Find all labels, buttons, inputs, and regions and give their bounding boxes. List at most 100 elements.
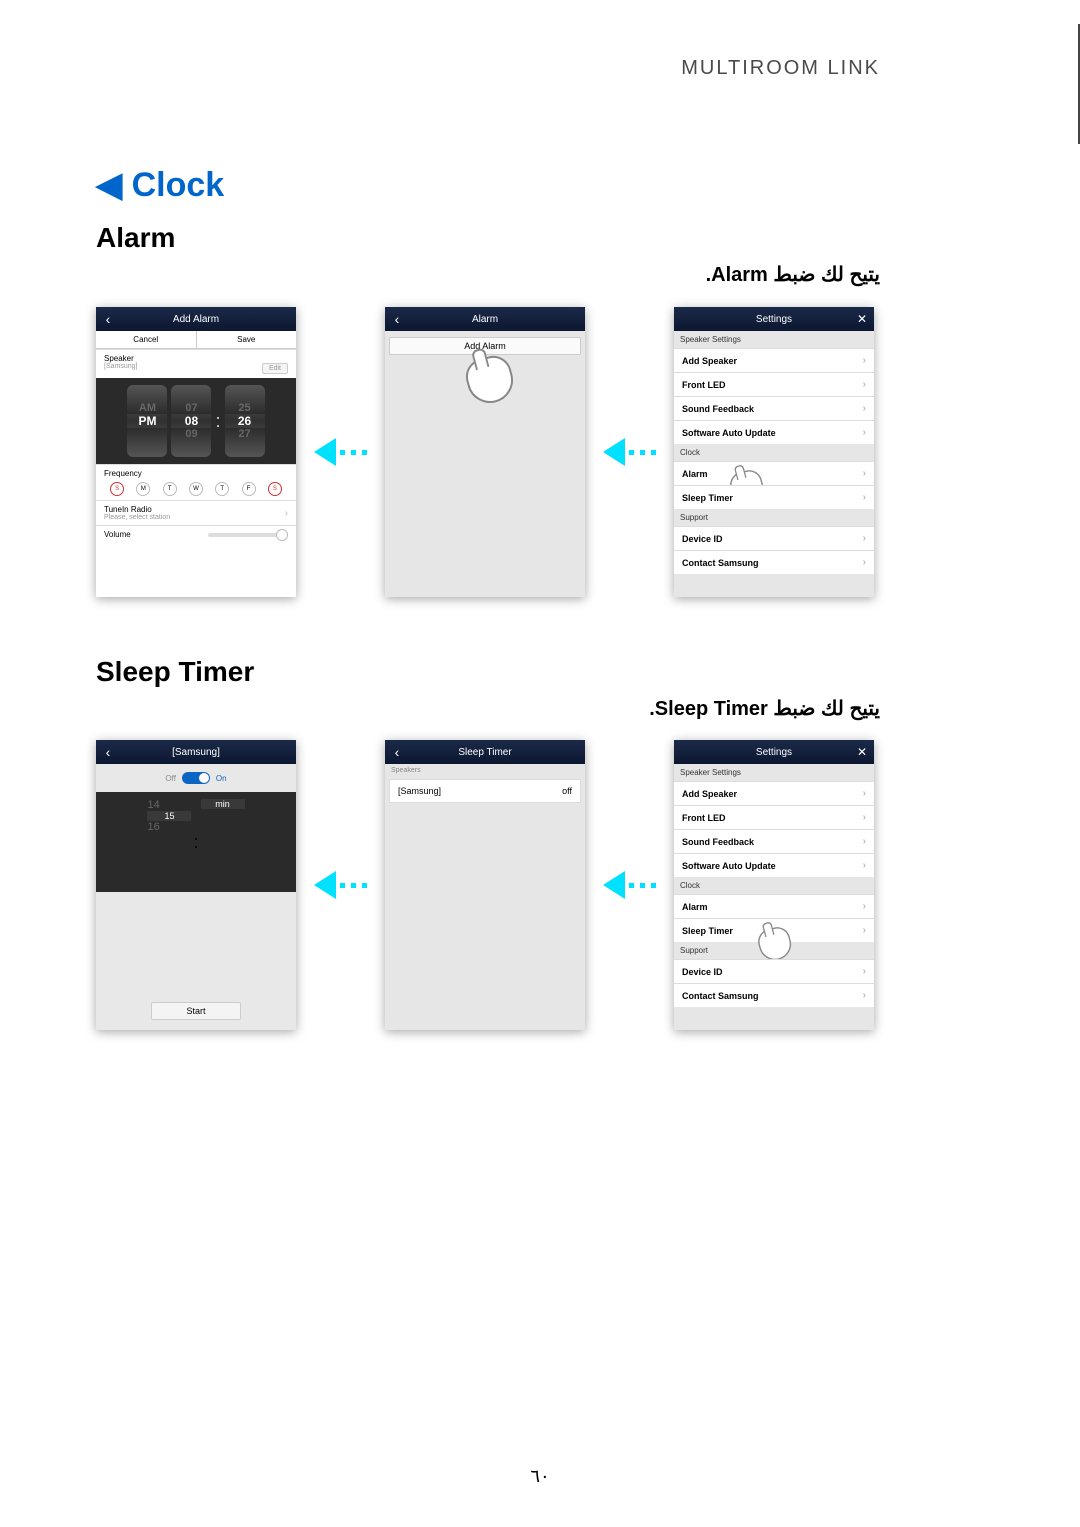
day-t[interactable]: T bbox=[163, 482, 177, 496]
chevron-right-icon: › bbox=[863, 468, 866, 479]
chevron-right-icon: › bbox=[863, 925, 866, 936]
alarm-row[interactable]: Alarm› bbox=[674, 894, 874, 918]
sleep-timer-label: Sleep Timer bbox=[682, 926, 733, 936]
sleep-unit-wheel[interactable]: min bbox=[201, 799, 245, 885]
sleep-set-title: [Samsung] bbox=[120, 747, 272, 758]
minute-wheel[interactable]: 25 26 27 bbox=[225, 385, 265, 457]
day-f[interactable]: F bbox=[242, 482, 256, 496]
sound-feedback-label: Sound Feedback bbox=[682, 404, 754, 414]
sound-feedback-row[interactable]: Sound Feedback› bbox=[674, 829, 874, 853]
day-selector[interactable]: S M T W T F S bbox=[104, 482, 288, 496]
contact-samsung-row[interactable]: Contact Samsung › bbox=[674, 550, 874, 574]
section-clock: Clock bbox=[674, 877, 874, 894]
alarm-flow-row: ‹ Add Alarm Cancel Save Speaker [Samsung… bbox=[96, 307, 874, 597]
chevron-right-icon: › bbox=[863, 812, 866, 823]
speaker-item-name: [Samsung] bbox=[398, 786, 441, 796]
settings-header: Settings ✕ bbox=[674, 740, 874, 764]
volume-label: Volume bbox=[104, 530, 131, 539]
start-button[interactable]: Start bbox=[151, 1002, 241, 1020]
settings-title: Settings bbox=[698, 747, 850, 758]
tunein-sub: Please, select station bbox=[104, 514, 170, 521]
speaker-row: Speaker [Samsung] Edit bbox=[96, 349, 296, 378]
cancel-button[interactable]: Cancel bbox=[96, 331, 197, 348]
back-icon[interactable]: ‹ bbox=[385, 740, 409, 764]
tunein-row[interactable]: TuneIn Radio Please, select station › bbox=[96, 500, 296, 525]
software-auto-update-row[interactable]: Software Auto Update› bbox=[674, 853, 874, 877]
device-id-row[interactable]: Device ID › bbox=[674, 959, 874, 983]
sleep-timer-list-screen: ‹ Sleep Timer Speakers [Samsung] off bbox=[385, 740, 585, 1030]
day-s2[interactable]: S bbox=[268, 482, 282, 496]
save-button[interactable]: Save bbox=[197, 331, 297, 348]
cancel-save-bar: Cancel Save bbox=[96, 331, 296, 349]
hour-wheel[interactable]: 07 08 09 bbox=[171, 385, 211, 457]
add-alarm-title: Add Alarm bbox=[120, 314, 272, 325]
settings-body: Speaker Settings Add Speaker› Front LED›… bbox=[674, 331, 874, 597]
close-icon[interactable]: ✕ bbox=[850, 740, 874, 764]
front-led-row[interactable]: Front LED › bbox=[674, 372, 874, 396]
add-speaker-row[interactable]: Add Speaker› bbox=[674, 348, 874, 372]
sleep-min-prev: 14 bbox=[147, 799, 191, 811]
frequency-row: Frequency S M T W T F S bbox=[96, 464, 296, 500]
day-w[interactable]: W bbox=[189, 482, 203, 496]
edit-button[interactable]: Edit bbox=[262, 363, 288, 374]
sleep-list-header: ‹ Sleep Timer bbox=[385, 740, 585, 764]
page-number: ٦٠ bbox=[0, 1466, 1080, 1487]
settings-body: Speaker Settings Add Speaker› Front LED›… bbox=[674, 764, 874, 1030]
sleep-timer-description: يتيح لك ضبط Sleep Timer. bbox=[96, 696, 880, 721]
back-icon[interactable]: ‹ bbox=[96, 740, 120, 764]
alarm-list-body: Add Alarm bbox=[385, 331, 585, 597]
contact-samsung-label: Contact Samsung bbox=[682, 558, 759, 568]
speaker-item-state: off bbox=[562, 786, 572, 796]
software-auto-update-row[interactable]: Software Auto Update› bbox=[674, 420, 874, 444]
chevron-right-icon: › bbox=[285, 508, 288, 519]
min-value: 26 bbox=[225, 414, 265, 428]
sleep-min-value: 15 bbox=[147, 811, 191, 821]
contact-samsung-label: Contact Samsung bbox=[682, 991, 759, 1001]
min-prev: 25 bbox=[238, 402, 250, 414]
ampm-next bbox=[146, 428, 149, 440]
chevron-right-icon: › bbox=[863, 901, 866, 912]
contact-samsung-row[interactable]: Contact Samsung› bbox=[674, 983, 874, 1007]
chevron-right-icon: › bbox=[863, 379, 866, 390]
add-speaker-row[interactable]: Add Speaker› bbox=[674, 781, 874, 805]
day-t2[interactable]: T bbox=[215, 482, 229, 496]
on-off-toggle-row: Off On bbox=[96, 764, 296, 792]
back-icon[interactable]: ‹ bbox=[385, 307, 409, 331]
device-id-row[interactable]: Device ID› bbox=[674, 526, 874, 550]
day-m[interactable]: M bbox=[136, 482, 150, 496]
hour-prev: 07 bbox=[185, 402, 197, 414]
add-alarm-header: ‹ Add Alarm bbox=[96, 307, 296, 331]
back-icon[interactable]: ‹ bbox=[96, 307, 120, 331]
day-s[interactable]: S bbox=[110, 482, 124, 496]
section-speaker-settings: Speaker Settings bbox=[674, 764, 874, 781]
min-next: 27 bbox=[238, 428, 250, 440]
front-led-row[interactable]: Front LED› bbox=[674, 805, 874, 829]
sleep-timer-row[interactable]: Sleep Timer› bbox=[674, 485, 874, 509]
device-id-label: Device ID bbox=[682, 967, 723, 977]
sleep-toggle[interactable] bbox=[182, 772, 210, 784]
sleep-set-header: ‹ [Samsung] bbox=[96, 740, 296, 764]
time-picker[interactable]: AM PM 07 08 09 : 25 26 27 bbox=[96, 378, 296, 464]
front-led-label: Front LED bbox=[682, 380, 726, 390]
section-header: MULTIROOM LINK bbox=[681, 57, 880, 80]
flow-arrow-icon bbox=[314, 438, 367, 466]
sleep-timer-row[interactable]: Sleep Timer › bbox=[674, 918, 874, 942]
chevron-right-icon: › bbox=[863, 966, 866, 977]
device-id-label: Device ID bbox=[682, 534, 723, 544]
sound-feedback-label: Sound Feedback bbox=[682, 837, 754, 847]
sleep-time-picker[interactable]: 14 15 16 : min bbox=[96, 792, 296, 892]
chevron-right-icon: › bbox=[863, 557, 866, 568]
volume-slider[interactable] bbox=[208, 533, 288, 537]
sleep-timer-label: Sleep Timer bbox=[682, 493, 733, 503]
chevron-right-icon: › bbox=[863, 860, 866, 871]
close-icon[interactable]: ✕ bbox=[850, 307, 874, 331]
sleep-minutes-wheel[interactable]: 14 15 16 bbox=[147, 799, 191, 885]
speaker-value: [Samsung] bbox=[104, 363, 137, 374]
alarm-row[interactable]: Alarm› bbox=[674, 461, 874, 485]
ampm-wheel[interactable]: AM PM bbox=[127, 385, 167, 457]
chevron-right-icon: › bbox=[863, 427, 866, 438]
clock-title: ◀ Clock bbox=[96, 165, 224, 205]
sound-feedback-row[interactable]: Sound Feedback› bbox=[674, 396, 874, 420]
speaker-list-item[interactable]: [Samsung] off bbox=[389, 779, 581, 803]
add-speaker-label: Add Speaker bbox=[682, 789, 737, 799]
